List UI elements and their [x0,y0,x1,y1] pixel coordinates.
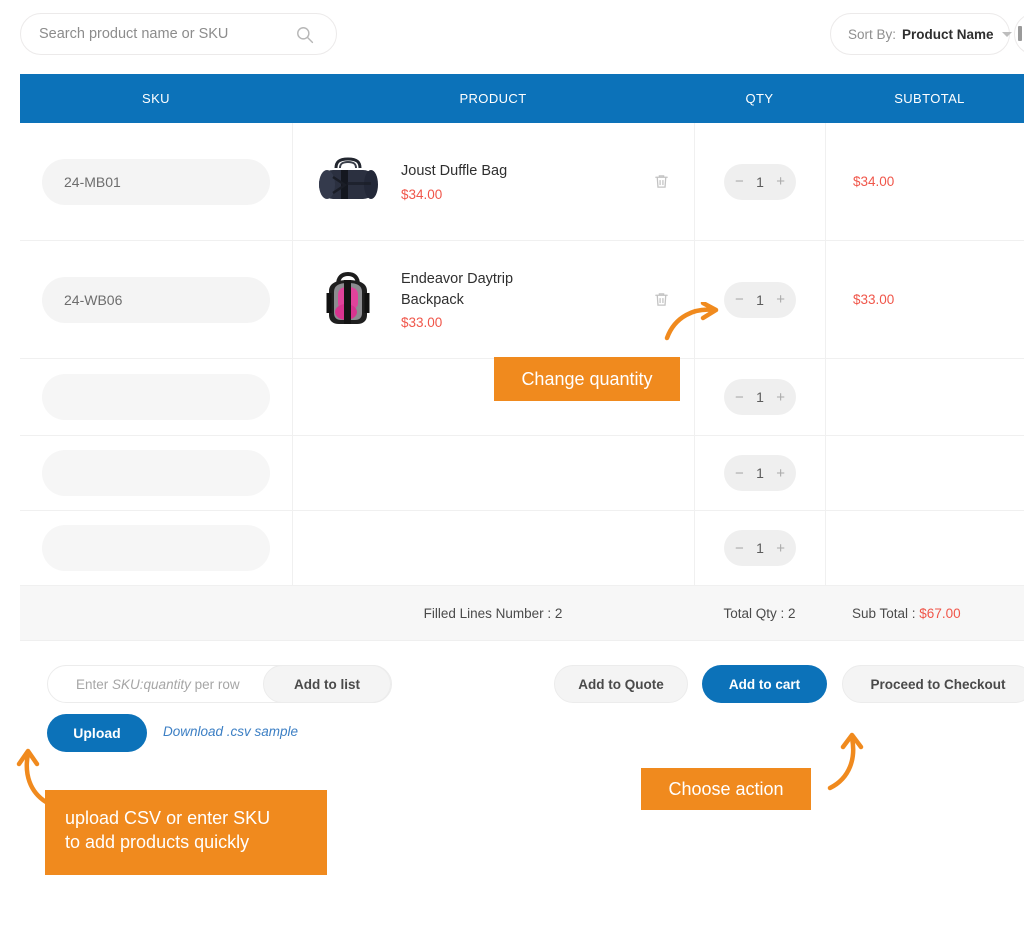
cell-sku [20,359,292,435]
cell-sku: 24-WB06 [20,241,292,358]
sku-input[interactable]: 24-WB06 [42,277,270,323]
sort-by-label: Sort By: [848,27,896,42]
sku-input[interactable] [42,374,270,420]
cell-product: Joust Duffle Bag $34.00 [292,123,694,240]
sku-quantity-entry[interactable]: Enter SKU:quantity per row Add to list [47,665,392,703]
sku-input[interactable] [42,450,270,496]
sub-total-label: Sub Total : [852,606,919,621]
row-subtotal: $34.00 [826,174,894,189]
add-to-list-button[interactable]: Add to list [263,665,391,703]
quantity-decrement-button[interactable]: − [735,174,744,189]
cell-product: Endeavor Daytrip Backpack $33.00 [292,241,694,358]
cell-subtotal [825,436,1024,510]
action-bar: Enter SKU:quantity per row Add to list U… [20,650,1024,762]
quantity-value[interactable]: 1 [756,465,764,481]
quantity-increment-button[interactable]: + [776,466,785,481]
cell-sku: 24-MB01 [20,123,292,240]
callout-choose-action: Choose action [641,768,811,810]
search-input[interactable] [21,14,271,54]
quantity-decrement-button[interactable]: − [735,466,744,481]
filled-lines-number: Filled Lines Number : 2 [292,606,694,621]
table-row: − 1 + [20,511,1024,586]
toolbar-overflow-icon [1018,26,1022,41]
cell-sku [20,511,292,585]
choose-action-arrow-icon [824,732,870,797]
quantity-value[interactable]: 1 [756,292,764,308]
quantity-value[interactable]: 1 [756,389,764,405]
quantity-decrement-button[interactable]: − [735,541,744,556]
table-row: 24-WB06 Endeavor Day [20,241,1024,359]
totals-row: Filled Lines Number : 2 Total Qty : 2 Su… [20,586,1024,641]
quantity-decrement-button[interactable]: − [735,390,744,405]
product-name[interactable]: Joust Duffle Bag [401,161,551,182]
cell-subtotal [825,359,1024,435]
sku-input[interactable]: 24-MB01 [42,159,270,205]
proceed-to-checkout-button[interactable]: Proceed to Checkout [842,665,1024,703]
cell-subtotal: $33.00 [825,241,1024,358]
add-to-cart-button[interactable]: Add to cart [702,665,827,703]
change-quantity-arrow-icon [663,302,725,347]
quantity-stepper[interactable]: − 1 + [724,379,796,415]
upload-button[interactable]: Upload [47,714,147,752]
cell-product [292,511,694,585]
cell-qty: − 1 + [694,359,825,435]
product-price: $33.00 [401,315,650,330]
cell-sku [20,436,292,510]
callout-upload-line-1: upload CSV or enter SKU [65,806,307,830]
table-row: 24-MB01 Joust Duffle [20,123,1024,241]
quantity-stepper[interactable]: − 1 + [724,282,796,318]
callout-upload-line-2: to add products quickly [65,830,307,854]
cell-subtotal [825,511,1024,585]
quantity-increment-button[interactable]: + [776,174,785,189]
cell-subtotal: $34.00 [825,123,1024,240]
quantity-value[interactable]: 1 [756,540,764,556]
sku-input[interactable] [42,525,270,571]
quantity-stepper[interactable]: − 1 + [724,455,796,491]
quantity-stepper[interactable]: − 1 + [724,164,796,200]
total-qty: Total Qty : 2 [694,606,825,621]
product-name[interactable]: Endeavor Daytrip Backpack [401,269,551,310]
callout-upload-csv: upload CSV or enter SKU to add products … [45,790,327,875]
cell-product [292,436,694,510]
callout-change-quantity: Change quantity [494,357,680,401]
quantity-increment-button[interactable]: + [776,541,785,556]
sub-total: Sub Total : $67.00 [825,606,1024,621]
sku-quantity-input[interactable] [48,666,263,702]
top-toolbar: Sort By: Product Name [0,0,1024,70]
row-subtotal: $33.00 [826,292,894,307]
page-bottom-space [0,880,1024,940]
quantity-decrement-button[interactable]: − [735,292,744,307]
sort-by-value: Product Name [902,27,994,42]
duffle-bag-thumbnail [311,151,385,213]
delete-row-icon[interactable] [650,171,672,193]
search-icon[interactable] [295,25,314,44]
quantity-increment-button[interactable]: + [776,390,785,405]
sub-total-amount: $67.00 [919,606,960,621]
quantity-value[interactable]: 1 [756,174,764,190]
quantity-increment-button[interactable]: + [776,292,785,307]
chevron-down-icon [1002,32,1012,37]
sort-by-dropdown[interactable]: Sort By: Product Name [830,13,1010,55]
download-csv-sample-link[interactable]: Download .csv sample [163,724,298,739]
search-box[interactable] [20,13,337,55]
column-header-product: PRODUCT [292,74,694,123]
cell-qty: − 1 + [694,123,825,240]
column-header-qty: QTY [694,74,825,123]
table-header-row: SKU PRODUCT QTY SUBTOTAL [20,74,1024,123]
cell-qty: − 1 + [694,436,825,510]
product-price: $34.00 [401,187,650,202]
cell-qty: − 1 + [694,511,825,585]
table-row: − 1 + [20,436,1024,511]
column-header-subtotal: SUBTOTAL [825,74,1024,123]
backpack-thumbnail [311,269,385,331]
quantity-stepper[interactable]: − 1 + [724,530,796,566]
add-to-quote-button[interactable]: Add to Quote [554,665,688,703]
column-header-sku: SKU [20,74,292,123]
